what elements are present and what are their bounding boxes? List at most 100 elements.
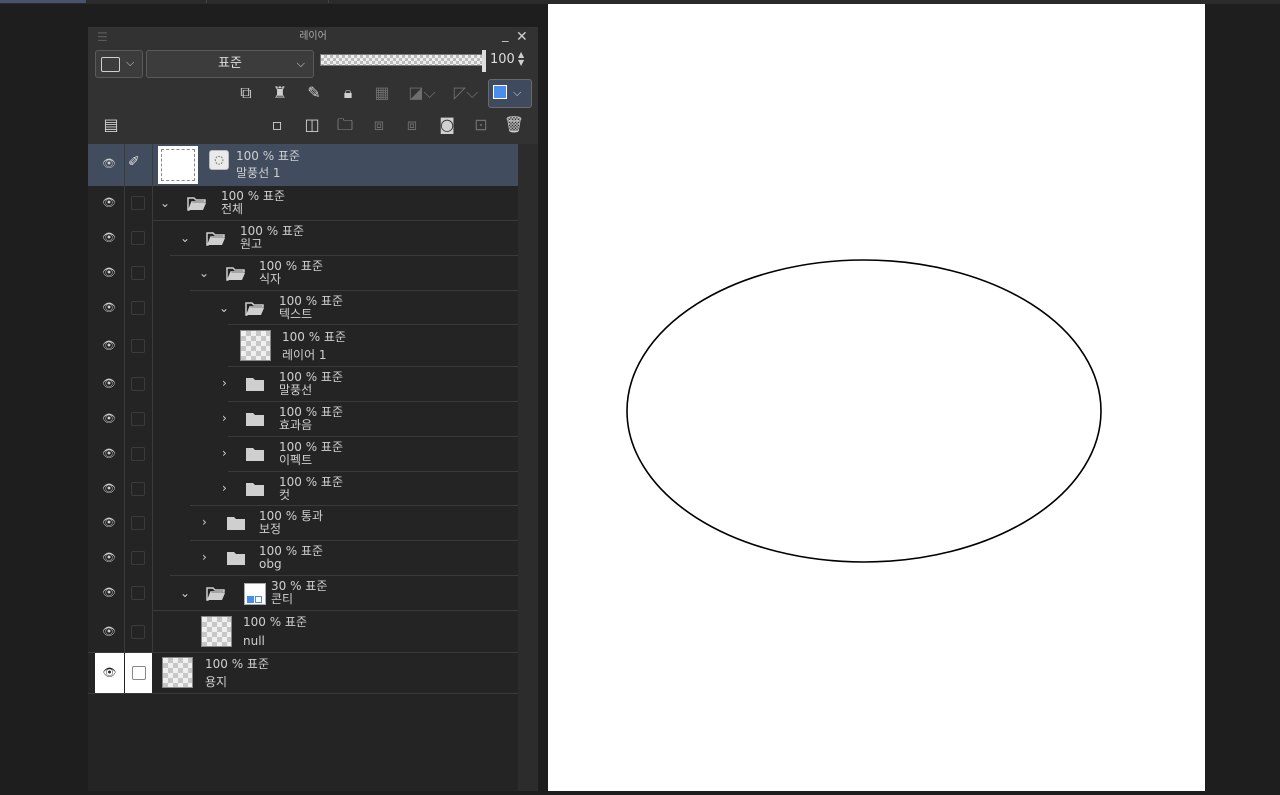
lock-checkbox[interactable] [132,666,146,680]
eye-icon[interactable]: 👁︎ [95,482,123,495]
lock-checkbox[interactable] [131,586,145,600]
edit-target-icon[interactable]: ✐ [128,154,140,170]
folder-icon [246,413,264,426]
create-layer-mask-icon[interactable]: ◙ [436,116,458,134]
lock-icon[interactable]: 🔒︎ [337,84,359,102]
opacity-slider-handle[interactable] [482,50,486,72]
layer-name: 효과음 [279,418,313,432]
layer-name: 컷 [279,488,291,502]
panel-title: 레이어 [299,31,327,42]
opacity-value[interactable]: 100 [490,52,515,67]
layer-property-icon[interactable]: ▤ [100,116,122,134]
close-icon[interactable]: ✕ [516,29,528,45]
column-divider [152,144,153,653]
layer-list: 👁︎ ✐ ◌ 100 % 표준 말풍선 1 👁︎ ⌄ 100 % 표준 전체 👁… [88,144,518,791]
layer-list-scrollbar[interactable] [518,144,538,791]
lock-checkbox[interactable] [131,551,145,565]
layer-color-badge [244,583,266,605]
eye-icon[interactable]: 👁︎ [95,412,123,425]
square-icon [101,57,120,72]
blend-mode-value: 표준 [218,56,242,71]
layer-name: 이펙트 [279,453,313,467]
eye-icon[interactable]: 👁︎ [95,339,123,352]
minimize-icon[interactable]: _ [502,28,509,43]
layer-name: 콘티 [271,592,294,606]
layer-name: 전체 [221,202,244,216]
tab-separator [206,0,207,3]
draft-layer-icon[interactable]: ✎ [303,84,325,102]
new-folder-icon[interactable]: 🗀 [334,116,356,134]
layer-row[interactable]: 👁︎ 100 % 표준 용지 [88,653,518,694]
folder-open-icon [226,267,245,281]
trash-icon[interactable]: 🗑︎ [503,116,525,134]
eye-icon[interactable]: 👁︎ [95,196,123,209]
lock-toggle-area[interactable] [125,653,152,693]
combine-with-layer-below-icon[interactable]: ⧈ [401,116,423,134]
layer-thumbnail [162,657,193,688]
lock-checkbox[interactable] [131,266,145,280]
layer-color-swatch [493,85,507,99]
eye-icon[interactable]: 👁︎ [95,551,123,564]
layer-name: 말풍선 [279,383,313,397]
eye-icon[interactable]: 👁︎ [95,447,123,460]
folder-open-icon [187,197,206,211]
apply-mask-icon[interactable]: ⊡ [470,116,492,134]
chevron-right-icon[interactable]: › [202,550,207,564]
lock-checkbox[interactable] [131,412,145,426]
eye-icon[interactable]: 👁︎ [95,516,123,529]
ruler-enable-icon[interactable]: ◸⌵ [446,84,486,102]
speech-balloon-shape[interactable] [548,4,1205,791]
new-vector-layer-icon[interactable]: ◫ [301,116,323,134]
lock-checkbox[interactable] [131,196,145,210]
chevron-down-icon: ⌵ [296,57,305,70]
folder-icon [246,483,264,496]
chevron-right-icon[interactable]: › [222,411,227,425]
new-raster-layer-icon[interactable]: ▫ [266,116,288,134]
chevron-down-icon[interactable]: ⌄ [180,586,190,600]
eye-icon[interactable]: 👁︎ [95,231,123,244]
chevron-right-icon[interactable]: › [222,481,227,495]
eye-icon[interactable]: 👁︎ [95,266,123,279]
lock-checkbox[interactable] [131,339,145,353]
chevron-down-icon[interactable]: ⌄ [160,196,170,210]
chevron-down-icon[interactable]: ⌄ [180,231,190,245]
eye-icon[interactable]: 👁︎ [95,157,123,170]
lock-checkbox[interactable] [131,301,145,315]
active-tab-indicator[interactable] [0,0,86,3]
folder-open-icon [206,587,225,601]
opacity-spinner-icon[interactable]: ▲ ▼ [518,51,524,67]
chevron-down-icon[interactable]: ⌄ [219,301,229,315]
eye-icon[interactable]: 👁︎ [95,377,123,390]
drawing-canvas[interactable] [548,4,1205,791]
layer-opacity-mode: 100 % 표준 [205,657,270,671]
chevron-right-icon[interactable]: › [202,515,207,529]
lock-checkbox[interactable] [131,231,145,245]
eye-icon[interactable]: 👁︎ [95,586,123,599]
clip-to-layer-below-icon[interactable]: ⧉ [235,84,257,102]
layer-opacity-mode: 100 % 표준 [236,149,301,163]
chevron-right-icon[interactable]: › [222,376,227,390]
layer-color-select[interactable]: ⌵ [488,79,532,108]
layer-opacity-mode: 100 % 표준 [282,330,347,344]
lock-checkbox[interactable] [131,516,145,530]
lock-checkbox[interactable] [131,377,145,391]
chevron-down-icon[interactable]: ⌄ [199,266,209,280]
layer-color-picker[interactable]: ⌵ [95,50,143,78]
lock-checkbox[interactable] [131,482,145,496]
chevron-right-icon[interactable]: › [222,446,227,460]
lock-checkbox[interactable] [131,447,145,461]
layer-name: 말풍선 1 [236,166,281,180]
lock-transparency-icon[interactable]: ▦ [371,84,393,102]
eye-icon[interactable]: 👁︎ [95,625,123,638]
blend-mode-select[interactable]: 표준 ⌵ [146,50,314,78]
lock-checkbox[interactable] [131,625,145,639]
transfer-to-lower-layer-icon[interactable]: ⧈ [368,116,390,134]
eye-toggle-active[interactable]: 👁︎ [95,653,124,693]
folder-icon [246,378,264,391]
opacity-slider[interactable] [320,54,484,66]
mask-enable-icon[interactable]: ◪⌵ [402,84,442,102]
layer-name: 원고 [240,237,263,251]
reference-layer-icon[interactable]: ♜ [269,84,291,102]
folder-icon [227,552,245,565]
eye-icon[interactable]: 👁︎ [95,301,123,314]
